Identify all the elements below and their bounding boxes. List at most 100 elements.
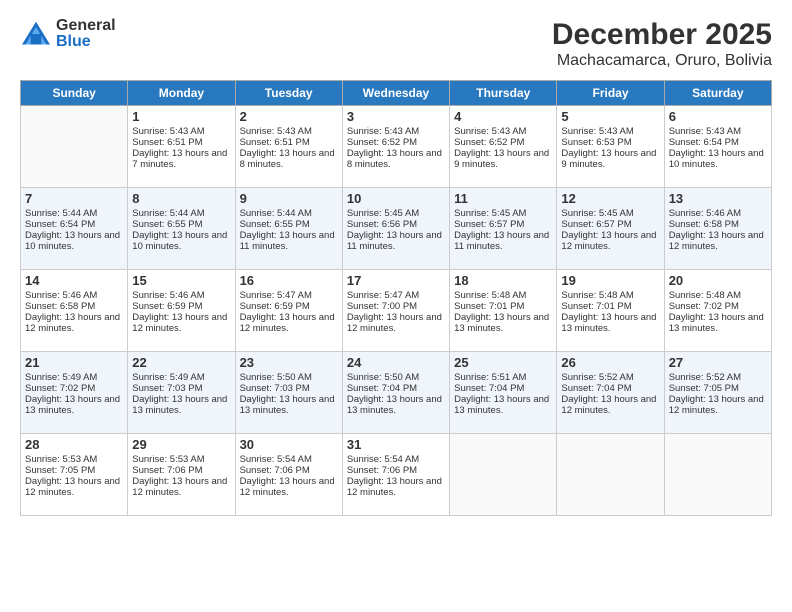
day-number: 18 [454,273,552,288]
calendar-cell: 18Sunrise: 5:48 AMSunset: 7:01 PMDayligh… [450,270,557,352]
daylight-text: Daylight: 13 hours and 8 minutes. [347,148,445,170]
day-number: 6 [669,109,767,124]
calendar-cell: 7Sunrise: 5:44 AMSunset: 6:54 PMDaylight… [21,188,128,270]
daylight-text: Daylight: 13 hours and 8 minutes. [240,148,338,170]
sunset-text: Sunset: 7:03 PM [132,383,230,394]
header-wednesday: Wednesday [342,81,449,106]
sunset-text: Sunset: 7:02 PM [669,301,767,312]
sunset-text: Sunset: 7:04 PM [561,383,659,394]
daylight-text: Daylight: 13 hours and 13 minutes. [132,394,230,416]
daylight-text: Daylight: 13 hours and 13 minutes. [561,312,659,334]
sunrise-text: Sunrise: 5:48 AM [561,290,659,301]
daylight-text: Daylight: 13 hours and 10 minutes. [132,230,230,252]
sunset-text: Sunset: 6:53 PM [561,137,659,148]
calendar-cell: 25Sunrise: 5:51 AMSunset: 7:04 PMDayligh… [450,352,557,434]
logo-icon [20,20,52,48]
sunset-text: Sunset: 7:03 PM [240,383,338,394]
day-number: 7 [25,191,123,206]
calendar-week-row: 21Sunrise: 5:49 AMSunset: 7:02 PMDayligh… [21,352,772,434]
sunset-text: Sunset: 7:04 PM [454,383,552,394]
day-number: 29 [132,437,230,452]
calendar-cell: 23Sunrise: 5:50 AMSunset: 7:03 PMDayligh… [235,352,342,434]
calendar-cell: 14Sunrise: 5:46 AMSunset: 6:58 PMDayligh… [21,270,128,352]
sunset-text: Sunset: 6:59 PM [240,301,338,312]
calendar-cell: 20Sunrise: 5:48 AMSunset: 7:02 PMDayligh… [664,270,771,352]
day-number: 4 [454,109,552,124]
sunrise-text: Sunrise: 5:46 AM [132,290,230,301]
day-number: 24 [347,355,445,370]
sunrise-text: Sunrise: 5:43 AM [669,126,767,137]
calendar-week-row: 28Sunrise: 5:53 AMSunset: 7:05 PMDayligh… [21,434,772,516]
calendar-cell: 26Sunrise: 5:52 AMSunset: 7:04 PMDayligh… [557,352,664,434]
day-number: 15 [132,273,230,288]
calendar-cell: 17Sunrise: 5:47 AMSunset: 7:00 PMDayligh… [342,270,449,352]
calendar-cell: 27Sunrise: 5:52 AMSunset: 7:05 PMDayligh… [664,352,771,434]
daylight-text: Daylight: 13 hours and 11 minutes. [454,230,552,252]
sunrise-text: Sunrise: 5:46 AM [25,290,123,301]
subtitle: Machacamarca, Oruro, Bolivia [552,52,772,70]
sunset-text: Sunset: 6:58 PM [669,219,767,230]
calendar-cell: 8Sunrise: 5:44 AMSunset: 6:55 PMDaylight… [128,188,235,270]
calendar-week-row: 7Sunrise: 5:44 AMSunset: 6:54 PMDaylight… [21,188,772,270]
sunrise-text: Sunrise: 5:53 AM [132,454,230,465]
calendar-cell: 2Sunrise: 5:43 AMSunset: 6:51 PMDaylight… [235,106,342,188]
sunrise-text: Sunrise: 5:49 AM [132,372,230,383]
sunset-text: Sunset: 7:00 PM [347,301,445,312]
calendar-cell: 10Sunrise: 5:45 AMSunset: 6:56 PMDayligh… [342,188,449,270]
sunrise-text: Sunrise: 5:45 AM [347,208,445,219]
day-number: 5 [561,109,659,124]
daylight-text: Daylight: 13 hours and 13 minutes. [240,394,338,416]
day-number: 12 [561,191,659,206]
sunrise-text: Sunrise: 5:50 AM [347,372,445,383]
header-thursday: Thursday [450,81,557,106]
sunset-text: Sunset: 7:06 PM [132,465,230,476]
logo-text: General Blue [56,18,116,50]
title-block: December 2025 Machacamarca, Oruro, Boliv… [552,18,772,70]
calendar-cell: 12Sunrise: 5:45 AMSunset: 6:57 PMDayligh… [557,188,664,270]
sunset-text: Sunset: 6:56 PM [347,219,445,230]
sunrise-text: Sunrise: 5:47 AM [240,290,338,301]
header: General Blue December 2025 Machacamarca,… [20,18,772,70]
daylight-text: Daylight: 13 hours and 13 minutes. [454,312,552,334]
day-number: 16 [240,273,338,288]
logo: General Blue [20,18,116,50]
sunrise-text: Sunrise: 5:44 AM [25,208,123,219]
calendar-cell [21,106,128,188]
sunset-text: Sunset: 7:05 PM [669,383,767,394]
daylight-text: Daylight: 13 hours and 12 minutes. [561,394,659,416]
day-number: 30 [240,437,338,452]
day-number: 10 [347,191,445,206]
calendar-cell: 9Sunrise: 5:44 AMSunset: 6:55 PMDaylight… [235,188,342,270]
logo-general-text: General [56,18,116,34]
daylight-text: Daylight: 13 hours and 12 minutes. [240,476,338,498]
day-number: 21 [25,355,123,370]
sunrise-text: Sunrise: 5:46 AM [669,208,767,219]
sunrise-text: Sunrise: 5:44 AM [132,208,230,219]
daylight-text: Daylight: 13 hours and 11 minutes. [240,230,338,252]
sunrise-text: Sunrise: 5:43 AM [132,126,230,137]
sunrise-text: Sunrise: 5:52 AM [669,372,767,383]
sunrise-text: Sunrise: 5:54 AM [347,454,445,465]
day-number: 9 [240,191,338,206]
daylight-text: Daylight: 13 hours and 12 minutes. [132,476,230,498]
day-number: 19 [561,273,659,288]
calendar-cell: 24Sunrise: 5:50 AMSunset: 7:04 PMDayligh… [342,352,449,434]
sunrise-text: Sunrise: 5:54 AM [240,454,338,465]
sunset-text: Sunset: 7:05 PM [25,465,123,476]
day-number: 20 [669,273,767,288]
sunset-text: Sunset: 6:59 PM [132,301,230,312]
header-sunday: Sunday [21,81,128,106]
daylight-text: Daylight: 13 hours and 7 minutes. [132,148,230,170]
day-number: 14 [25,273,123,288]
sunset-text: Sunset: 6:57 PM [454,219,552,230]
page: General Blue December 2025 Machacamarca,… [0,0,792,612]
day-number: 27 [669,355,767,370]
daylight-text: Daylight: 13 hours and 12 minutes. [561,230,659,252]
calendar-cell: 22Sunrise: 5:49 AMSunset: 7:03 PMDayligh… [128,352,235,434]
calendar-cell: 19Sunrise: 5:48 AMSunset: 7:01 PMDayligh… [557,270,664,352]
sunrise-text: Sunrise: 5:49 AM [25,372,123,383]
calendar-cell: 6Sunrise: 5:43 AMSunset: 6:54 PMDaylight… [664,106,771,188]
main-title: December 2025 [552,18,772,52]
daylight-text: Daylight: 13 hours and 13 minutes. [347,394,445,416]
day-number: 17 [347,273,445,288]
